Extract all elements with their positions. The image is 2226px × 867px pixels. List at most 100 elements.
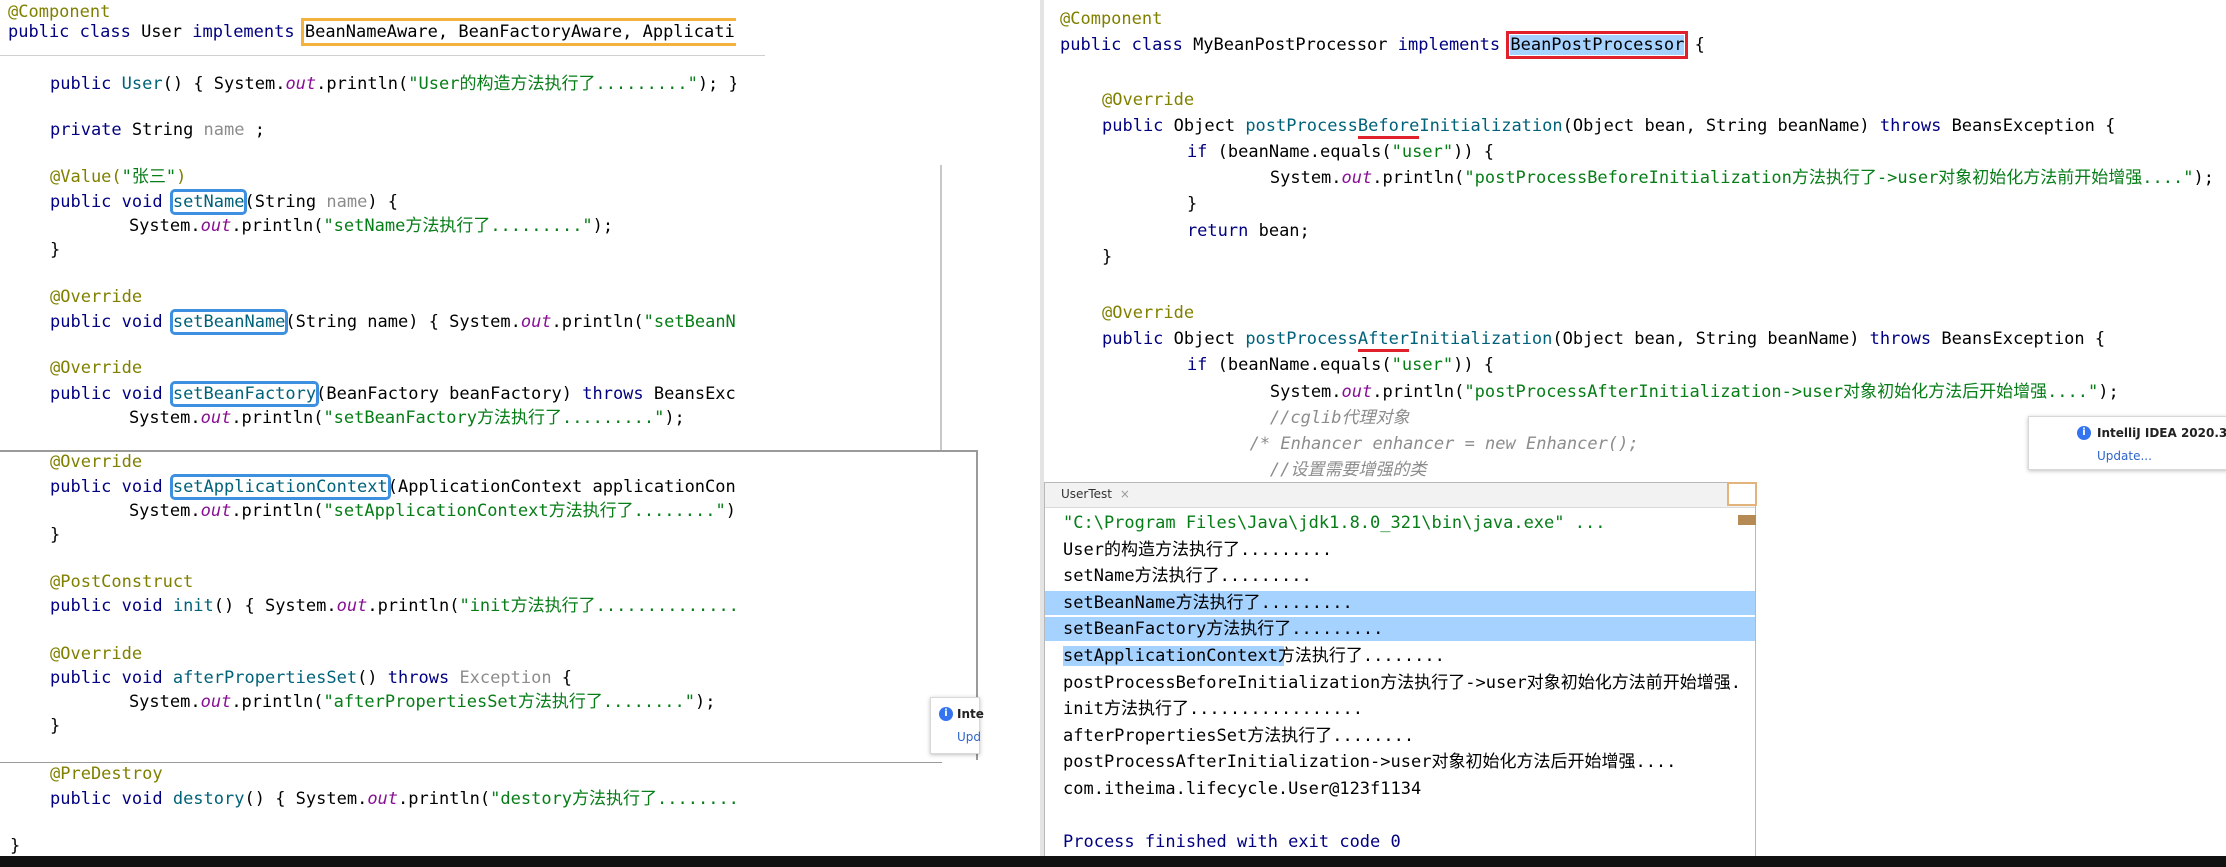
console-line-c_init: init方法执行了.................: [1063, 697, 1363, 721]
left-line-l_setac[interactable]: public void setApplicationContext(Applic…: [50, 474, 736, 500]
left-line-l_setname[interactable]: public void setName(String name) {: [50, 189, 398, 215]
right-line-r_after[interactable]: public Object postProcessAfterInitializa…: [1102, 327, 2105, 352]
right-token: );: [2098, 382, 2119, 402]
left-line-l_postconstruct[interactable]: @PostConstruct: [50, 570, 193, 594]
left-line-l_setname_body[interactable]: System.out.println("setName方法执行了........…: [88, 214, 613, 238]
console-line-c_setname: setName方法执行了.........: [1063, 564, 1312, 588]
left-line-l_ov2[interactable]: @Override: [50, 356, 142, 380]
left-line-l_ov3[interactable]: @Override: [50, 450, 142, 474]
left-line-l_field[interactable]: private String name ;: [50, 118, 265, 142]
left-line-l_close3[interactable]: }: [50, 714, 60, 738]
right-line-r_cmt3[interactable]: //设置需要增强的类: [1188, 458, 1426, 482]
console-line-c_setbf: setBeanFactory方法执行了.........: [1045, 617, 1755, 642]
right-token: After: [1357, 329, 1410, 352]
right-token: }: [1102, 247, 1113, 267]
left-token: .println(: [231, 692, 324, 712]
left-line-l_aps_body[interactable]: System.out.println("afterPropertiesSet方法…: [88, 690, 716, 714]
left-line-l_value[interactable]: @Value("张三"): [50, 165, 186, 189]
left-line-l_setac_body[interactable]: System.out.println("setApplicationContex…: [88, 499, 736, 523]
right-line-r_return[interactable]: return bean;: [1146, 219, 1310, 243]
right-line-r_print2[interactable]: System.out.println("postProcessAfterInit…: [1188, 380, 2119, 404]
left-line-l_ctor[interactable]: public User() { System.out.println("User…: [50, 72, 736, 96]
toolbar-icon-2[interactable]: [1738, 515, 1756, 525]
left-token: System.: [88, 216, 201, 236]
right-code-editor[interactable]: @Component public class MyBeanPostProcess…: [1046, 0, 2226, 482]
run-console-panel: UserTest × "C:\Program Files\Java\jdk1.8…: [1044, 482, 1756, 867]
right-token: {: [1684, 35, 1705, 55]
right-line-r_ov1[interactable]: @Override: [1102, 88, 1194, 112]
left-code-editor[interactable]: @Component public class User implements B…: [0, 0, 736, 867]
left-line-l_close1[interactable]: }: [50, 238, 60, 262]
left-token: Exception: [459, 668, 552, 688]
right-token: /* Enhancer enhancer = new Enhancer();: [1178, 434, 1639, 454]
right-line-r_before[interactable]: public Object postProcessBeforeInitializ…: [1102, 114, 2115, 139]
left-token: out: [336, 596, 368, 616]
toolbar-icon[interactable]: [1727, 482, 1757, 506]
right-line-r_cmt1[interactable]: //cglib代理对象: [1188, 406, 1410, 430]
left-line-l_setbf_body[interactable]: System.out.println("setBeanFactory方法执行了.…: [88, 406, 685, 430]
right-line-r_ov2[interactable]: @Override: [1102, 301, 1194, 325]
right-token: )) {: [1453, 142, 1495, 162]
left-line-l_aps[interactable]: public void afterPropertiesSet() throws …: [50, 666, 572, 690]
right-line-r_if2[interactable]: if (beanName.equals("user")) {: [1146, 353, 1494, 377]
left-token: (ApplicationContext applicationContext): [387, 477, 736, 497]
console-text: "C:\Program Files\Java\jdk1.8.0_321\bin\…: [1063, 513, 1606, 533]
right-token: MyBeanPostProcessor: [1193, 35, 1398, 55]
left-line-l_close2[interactable]: }: [50, 523, 60, 547]
right-line-r_class[interactable]: public class MyBeanPostProcessor impleme…: [1060, 31, 1705, 59]
notification-update-link[interactable]: Update...: [2097, 449, 2152, 463]
left-token: () { System.: [213, 596, 337, 616]
right-token: postProcess: [1245, 116, 1358, 136]
console-line-c_cmd: "C:\Program Files\Java\jdk1.8.0_321\bin\…: [1063, 511, 1605, 535]
left-line-l_predestroy[interactable]: @PreDestroy: [50, 762, 163, 786]
notification-link-left[interactable]: Upd: [957, 730, 981, 744]
left-line-l_setbf[interactable]: public void setBeanFactory(BeanFactory b…: [50, 381, 736, 407]
left-token: {: [551, 668, 573, 688]
left-line-l_init[interactable]: public void init() { System.out.println(…: [50, 594, 736, 618]
console-text: init方法执行了.................: [1063, 699, 1363, 720]
left-line-l_ov1[interactable]: @Override: [50, 285, 142, 309]
left-token: name: [203, 120, 245, 140]
console-text: com.itheima.lifecycle.User@123f1134: [1063, 779, 1422, 799]
left-token: User: [121, 74, 163, 94]
right-line-r_print1[interactable]: System.out.println("postProcessBeforeIni…: [1188, 166, 2214, 190]
left-line-l_destroy[interactable]: public void destory() { System.out.print…: [50, 787, 736, 811]
tab-usertest[interactable]: UserTest ×: [1061, 487, 1130, 501]
right-line-r_close_if1[interactable]: }: [1146, 192, 1197, 216]
left-token: public void: [50, 384, 173, 404]
left-line-l_close_final[interactable]: }: [10, 834, 20, 858]
left-token: () { System.: [244, 789, 368, 809]
left-token: "init方法执行了.................": [459, 596, 736, 616]
left-token: public: [50, 74, 122, 94]
left-token: @Override: [50, 287, 143, 307]
left-token: public void: [50, 789, 173, 809]
right-token: BeanPostProcessor: [1506, 31, 1689, 59]
left-token: .println(: [367, 596, 460, 616]
close-icon[interactable]: ×: [1120, 487, 1130, 501]
left-token: implements: [192, 22, 305, 42]
update-notification[interactable]: i IntelliJ IDEA 2020.3.4 a Update...: [2028, 416, 2226, 470]
left-token: setName: [169, 189, 248, 215]
right-token: .println(: [1372, 382, 1465, 402]
left-token: public class: [8, 22, 142, 42]
right-line-r_if1[interactable]: if (beanName.equals("user")) {: [1146, 140, 1494, 164]
left-token: throws: [582, 384, 654, 404]
right-line-r_cmt2[interactable]: /* Enhancer enhancer = new Enhancer();: [1178, 432, 1639, 456]
left-line-l_class[interactable]: public class User implements BeanNameAwa…: [8, 18, 736, 46]
right-line-r_close_m1[interactable]: }: [1102, 245, 1112, 269]
update-notification-left[interactable]: i Inte Upd: [930, 697, 984, 754]
left-line-l_setbeanname[interactable]: public void setBeanName(String name) { S…: [50, 309, 736, 335]
left-line-l_ov4[interactable]: @Override: [50, 642, 142, 666]
right-token: out: [1341, 382, 1373, 402]
left-token: throws: [387, 668, 460, 688]
right-token: out: [1341, 168, 1373, 188]
right-token: if: [1146, 142, 1218, 162]
left-token: ;: [244, 120, 265, 140]
console-text: afterPropertiesSet方法执行了........: [1063, 725, 1415, 746]
console-line-c_setac: setApplicationContext方法执行了........: [1063, 644, 1445, 668]
right-token: (Object bean, String beanName): [1562, 116, 1880, 136]
right-token: (beanName.equals(: [1217, 355, 1392, 375]
left-token: "setBeanName方法执行了.........": [643, 312, 736, 332]
left-token: setBeanFactory: [169, 381, 320, 407]
right-line-r_component[interactable]: @Component: [1060, 7, 1162, 31]
